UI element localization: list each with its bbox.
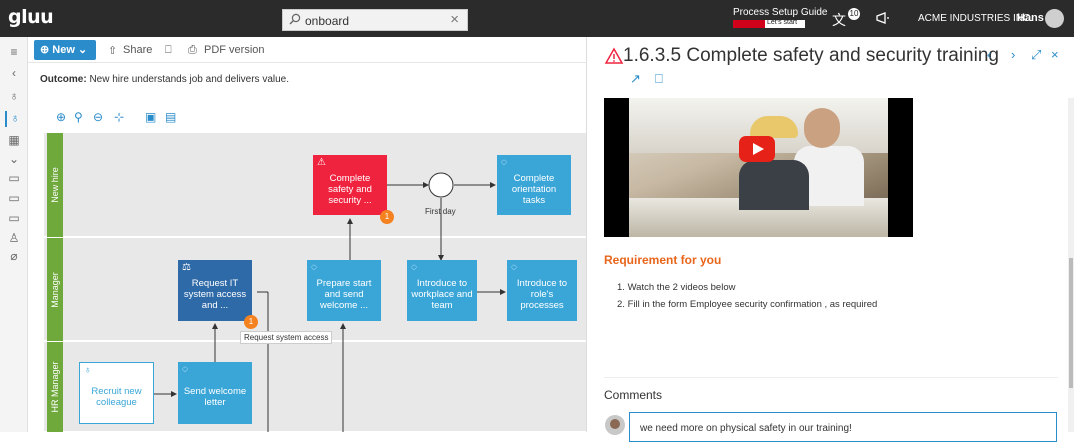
task-introduce-role[interactable]: ◌ Introduce to role's processes	[507, 260, 577, 321]
notification-badge[interactable]: 10	[848, 8, 860, 20]
left-sidebar: ≡ ‹ ♁ ♁ ▦ ⌄ ▭ ▭ ▭ ♙ ⌀	[0, 37, 28, 432]
scale-icon: ⚖	[182, 262, 191, 273]
guide-progress-fill	[733, 20, 766, 28]
comment-input[interactable]: we need more on physical safety in our t…	[629, 412, 1057, 442]
zoom-in-icon[interactable]: ⊕	[56, 110, 66, 124]
gluu-logo[interactable]: gluu	[8, 6, 54, 28]
next-icon[interactable]: ›	[1011, 47, 1015, 62]
user-name[interactable]: Hans	[1017, 12, 1044, 24]
translate-icon[interactable]: 文	[832, 10, 846, 30]
close-icon[interactable]: ×	[1051, 47, 1059, 62]
list-item: 1. Watch the 2 videos below	[617, 282, 736, 293]
back-icon[interactable]: ‹	[5, 66, 23, 82]
person-icon[interactable]: ♙	[5, 231, 23, 247]
list-item: 2. Fill in the form Employee security co…	[617, 299, 878, 310]
share-button[interactable]: Share	[123, 44, 152, 56]
task-detail-panel: 1.6.3.5 Complete safety and security tra…	[586, 37, 1074, 442]
divider	[604, 377, 1058, 378]
megaphone-icon[interactable]	[876, 12, 890, 24]
print-icon[interactable]: ⎙	[188, 44, 197, 57]
process-tree-icon[interactable]: ♁	[5, 89, 23, 105]
previous-icon[interactable]: ‹	[987, 47, 991, 62]
org-folder-icon[interactable]: ▭	[5, 211, 23, 227]
training-video[interactable]	[604, 98, 913, 237]
open-external-icon[interactable]: ↗	[630, 71, 641, 87]
chevron-down-icon[interactable]: ⌄	[5, 152, 23, 168]
bookmark-icon[interactable]: ⎕	[655, 71, 663, 87]
file-export-icon[interactable]: ▤	[165, 110, 176, 124]
process-recruit-new-colleague[interactable]: ♁ Recruit new colleague	[79, 362, 154, 424]
loop-icon: ◌	[182, 364, 188, 375]
avatar	[605, 415, 625, 435]
process-setup-guide[interactable]: Process Setup Guide Let's start	[733, 7, 828, 28]
requirement-list: 1. Watch the 2 videos below 2. Fill in t…	[617, 279, 877, 313]
new-label: New	[52, 44, 75, 56]
task-title: 1.6.3.5 Complete safety and security tra…	[623, 45, 999, 66]
image-export-icon[interactable]: ▣	[145, 110, 156, 124]
comment-count-badge[interactable]: 1	[244, 315, 258, 329]
comment-count-badge[interactable]: 1	[380, 210, 394, 224]
video-thumbnail-person	[804, 108, 840, 148]
menu-icon[interactable]: ≡	[5, 45, 23, 61]
guide-title: Process Setup Guide	[733, 7, 828, 18]
search-input[interactable]: onboard	[305, 14, 349, 28]
requirement-heading: Requirement for you	[604, 253, 722, 267]
share-icon[interactable]: ⇧	[108, 44, 117, 57]
expand-icon[interactable]: ⤢	[1031, 47, 1041, 63]
clear-search-icon[interactable]: ×	[450, 11, 459, 28]
folder-icon[interactable]: ▭	[5, 191, 23, 207]
video-thumbnail-hardhat	[750, 116, 798, 138]
company-name[interactable]: ACME INDUSTRIES INC.	[918, 13, 1033, 24]
zoom-reset-icon[interactable]: ⚲	[74, 110, 83, 124]
guide-progress-bar: Let's start	[733, 19, 805, 28]
task-prepare-start[interactable]: ◌ Prepare start and send welcome ...	[307, 260, 381, 321]
fit-view-icon[interactable]: ⊹	[114, 110, 124, 124]
loop-icon: ◌	[311, 262, 317, 273]
task-complete-safety[interactable]: ⚠ Complete safety and security ...	[313, 155, 387, 215]
loop-icon: ◌	[501, 157, 507, 168]
outcome-line: Outcome: New hire understands job and de…	[40, 74, 289, 85]
folder-open-icon[interactable]: ▭	[5, 171, 23, 187]
new-button[interactable]: ⊕ New ⌄	[34, 40, 96, 60]
pdf-button[interactable]: PDF version	[204, 44, 265, 56]
zoom-out-icon[interactable]: ⊖	[93, 110, 103, 124]
scrollbar-thumb[interactable]	[1069, 258, 1073, 388]
process-tree-icon: ♁	[84, 365, 92, 376]
attachment-icon[interactable]: ⌀	[5, 249, 23, 265]
table-icon[interactable]: ▦	[5, 133, 23, 149]
task-send-welcome-letter[interactable]: ◌ Send welcome letter	[178, 362, 252, 424]
process-map-icon[interactable]: ♁	[5, 111, 23, 127]
outcome-text: New hire understands job and delivers va…	[89, 74, 290, 85]
bookmark-icon[interactable]: ⎕	[165, 44, 172, 57]
video-thumbnail-person	[739, 160, 809, 210]
process-diagram: New hire Manager HR Manager ⚠ Complete s…	[44, 133, 586, 432]
loop-icon: ◌	[411, 262, 417, 273]
guide-cta: Let's start	[767, 19, 798, 26]
search-field[interactable]: onboard ×	[282, 9, 468, 31]
search-icon	[289, 13, 301, 25]
event-label-first-day: First day	[425, 207, 456, 216]
top-bar: gluu onboard × Process Setup Guide Let's…	[0, 0, 1074, 37]
user-avatar[interactable]	[1045, 9, 1064, 28]
task-introduce-workplace[interactable]: ◌ Introduce to workplace and team	[407, 260, 477, 321]
warning-icon	[604, 47, 624, 64]
task-complete-orientation[interactable]: ◌ Complete orientation tasks	[497, 155, 571, 215]
outcome-label: Outcome:	[40, 74, 87, 85]
warning-icon: ⚠	[317, 157, 326, 168]
task-request-it-access[interactable]: ⚖ Request IT system access and ...	[178, 260, 252, 321]
panel-scrollbar[interactable]	[1068, 98, 1074, 432]
loop-icon: ◌	[511, 262, 517, 273]
comments-heading: Comments	[604, 388, 663, 402]
play-icon[interactable]	[739, 136, 775, 162]
connector-label-request-access: Request system access	[240, 331, 333, 344]
diagram-toolbar: ⊕ New ⌄ ⇧ Share ⎕ ⎙ PDF version	[28, 37, 586, 63]
